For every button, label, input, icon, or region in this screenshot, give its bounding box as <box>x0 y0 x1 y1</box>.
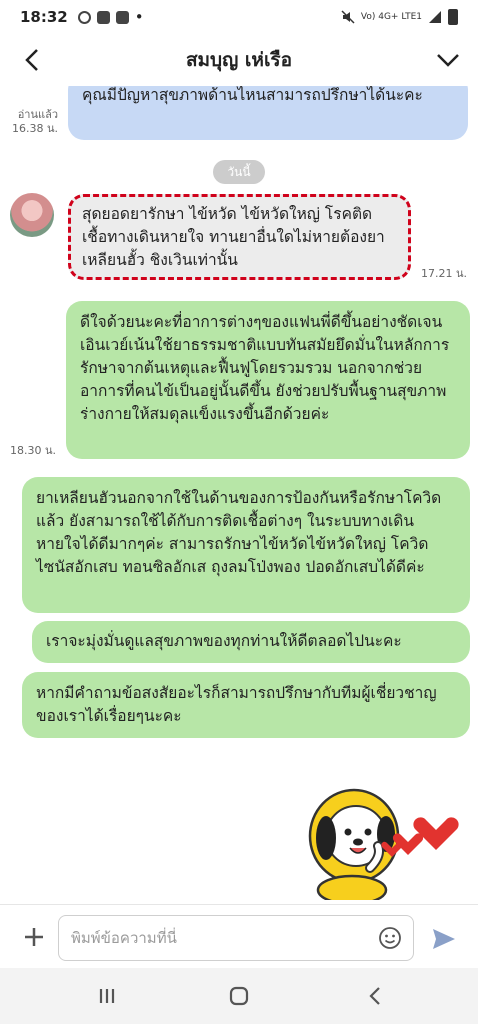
message-bubble-outgoing[interactable]: คุณมีปัญหาสุขภาพด้านไหนสามารถปรึกษาได้นะ… <box>68 86 468 140</box>
plus-icon <box>25 928 43 946</box>
chevron-down-icon <box>437 54 459 67</box>
message-meta: อ่านแล้ว 16.38 น. <box>12 108 58 136</box>
send-icon <box>433 929 455 949</box>
message-bubble-outgoing[interactable]: ยาเหลียนฮัวนอกจากใช้ในด้านของการป้องกันห… <box>22 477 470 613</box>
chat-header: สมบุญ เห่เรือ <box>0 34 478 86</box>
message-bubble-outgoing[interactable]: หากมีคำถามข้อสงสัยอะไรก็สามารถปรึกษากับท… <box>22 672 470 738</box>
message-text: ยาเหลียนฮัวนอกจากใช้ในด้านของการป้องกันห… <box>36 489 442 576</box>
battery-icon <box>448 9 458 25</box>
message-input-bar <box>0 904 478 968</box>
home-button[interactable] <box>224 982 254 1010</box>
send-button[interactable] <box>428 923 460 955</box>
menu-dropdown-button[interactable] <box>434 46 462 74</box>
status-system-icons: Vo) 4G+ LTE1 <box>341 9 458 25</box>
message-bubble-outgoing[interactable]: เราจะมุ่งมั่นดูแลสุขภาพของทุกท่านให้ดีตล… <box>32 621 470 663</box>
mute-icon <box>341 10 355 24</box>
message-text: ดีใจด้วยนะคะที่อาการต่างๆของแฟนพี่ดีขึ้น… <box>80 313 450 423</box>
recents-icon <box>99 989 115 1003</box>
status-time: 18:32 <box>20 8 68 26</box>
sticker[interactable] <box>292 778 462 904</box>
date-separator: วันนี้ <box>213 160 265 184</box>
status-bar: 18:32 • Vo) 4G+ LTE1 <box>0 0 478 34</box>
back-button[interactable] <box>18 46 46 74</box>
message-text: คุณมีปัญหาสุขภาพด้านไหนสามารถปรึกษาได้นะ… <box>82 86 423 104</box>
signal-icon <box>429 11 441 23</box>
message-bubble-outgoing[interactable]: ดีใจด้วยนะคะที่อาการต่างๆของแฟนพี่ดีขึ้น… <box>66 301 470 459</box>
message-text: สุดยอดยารักษา ไข้หวัด ไข้หวัดใหญ่ โรคติด… <box>82 205 385 269</box>
read-label: อ่านแล้ว <box>17 108 58 121</box>
emoji-button[interactable] <box>376 924 404 952</box>
network-label: Vo) 4G+ LTE1 <box>360 12 422 22</box>
status-notification-icons: • <box>77 8 144 26</box>
chat-messages-area[interactable]: คุณมีปัญหาสุขภาพด้านไหนสามารถปรึกษาได้นะ… <box>0 86 478 904</box>
emoji-icon <box>379 927 401 949</box>
message-text: หากมีคำถามข้อสงสัยอะไรก็สามารถปรึกษากับท… <box>36 684 437 725</box>
message-time: 18.30 น. <box>10 444 57 457</box>
message-time: 16.38 น. <box>12 122 59 135</box>
chat-title: สมบุญ เห่เรือ <box>185 49 293 71</box>
message-time: 17.21 น. <box>421 267 468 280</box>
home-icon <box>229 986 249 1006</box>
cartoon-dog-sticker <box>308 788 459 904</box>
message-input[interactable] <box>58 915 414 961</box>
gallery-icon <box>115 10 129 24</box>
message-bubble-incoming[interactable]: สุดยอดยารักษา ไข้หวัด ไข้หวัดใหญ่ โรคติด… <box>68 194 411 280</box>
back-icon <box>369 987 380 1005</box>
line-app-icon <box>96 10 110 24</box>
message-text: เราจะมุ่งมั่นดูแลสุขภาพของทุกท่านให้ดีตล… <box>46 632 402 650</box>
contact-avatar[interactable] <box>10 193 54 237</box>
sync-icon <box>77 10 91 24</box>
chevron-left-icon <box>25 49 38 71</box>
status-dot: • <box>134 8 144 26</box>
system-navigation-bar <box>0 968 478 1024</box>
nav-back-button[interactable] <box>360 982 390 1010</box>
attach-button[interactable] <box>18 921 50 953</box>
recents-button[interactable] <box>92 982 122 1010</box>
